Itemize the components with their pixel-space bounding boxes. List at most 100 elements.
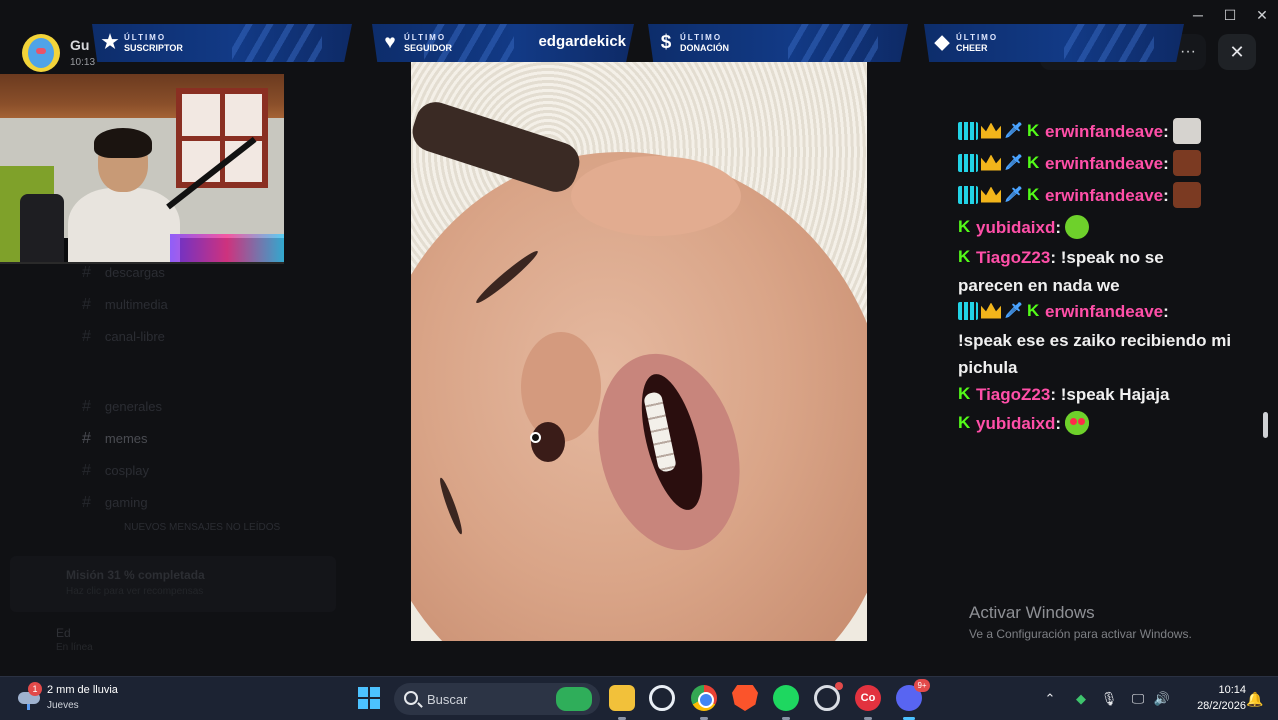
minimize-button[interactable]: ─ bbox=[1180, 4, 1216, 26]
file-explorer-icon[interactable] bbox=[609, 685, 635, 720]
kick-badge-icon: K bbox=[958, 412, 971, 432]
crown-badge-icon bbox=[981, 122, 1001, 139]
chat-message: 🗡 Kerwinfandeave: bbox=[958, 181, 1201, 210]
banner-decoration bbox=[232, 24, 322, 62]
heart-icon: ♥ bbox=[384, 32, 396, 53]
chat-message: K TiagoZ23: !speak Hajaja bbox=[958, 383, 1170, 404]
banner-decoration bbox=[1064, 24, 1154, 62]
man-emote bbox=[1172, 181, 1201, 208]
discord-icon[interactable]: 9+ bbox=[896, 679, 930, 720]
unread-divider[interactable]: NUEVOS MENSAJES NO LEÍDOS bbox=[124, 522, 280, 546]
chat-message: 🗡 Kerwinfandeave: bbox=[958, 298, 1169, 326]
watermark-title: Activar Windows bbox=[969, 603, 1095, 622]
recorder-icon[interactable] bbox=[814, 682, 843, 711]
activate-windows-watermark: Activar Windows Ve a Configuración para … bbox=[969, 603, 1192, 641]
chat-username: yubidaixd bbox=[976, 414, 1056, 433]
chat-text: !speak ese es zaiko recibiendo mi bbox=[958, 331, 1232, 350]
channel-item[interactable]: # descargas bbox=[82, 264, 165, 288]
taskbar-search[interactable]: Buscar bbox=[394, 683, 600, 715]
user-panel[interactable]: Ed En línea bbox=[10, 620, 340, 664]
clock-time[interactable]: 10:14 bbox=[1196, 684, 1246, 696]
banner-follower: ♥ ÚLTIMO SEGUIDOR edgardekick bbox=[372, 24, 634, 62]
brave-icon[interactable] bbox=[732, 685, 758, 711]
channel-item[interactable]: # cosplay bbox=[82, 462, 149, 486]
dollar-icon: $ bbox=[660, 32, 672, 53]
chat-username: erwinfandeave bbox=[1045, 186, 1164, 205]
start-button[interactable] bbox=[358, 687, 380, 709]
channel-item[interactable]: # canal-libre bbox=[82, 328, 165, 352]
clock-date[interactable]: 28/2/2026 bbox=[1180, 700, 1246, 712]
channel-item[interactable]: # multimedia bbox=[82, 296, 168, 320]
banner-line1: ÚLTIMO bbox=[680, 33, 723, 42]
chat-overlay: 🗡 Kerwinfandeave: 🗡 Kerwinfandeave: 🗡 Kerwi… bbox=[958, 98, 1250, 448]
kick-badge-icon: K bbox=[1027, 300, 1040, 320]
weather-text[interactable]: 2 mm de lluvia bbox=[47, 684, 118, 696]
chat-username: erwinfandeave bbox=[1045, 122, 1164, 141]
hash-icon: # bbox=[82, 296, 91, 313]
chat-message: Kyubidaixd: bbox=[958, 410, 1090, 438]
shared-image[interactable] bbox=[411, 62, 867, 641]
channel-label: gaming bbox=[104, 495, 148, 510]
crown-badge-icon bbox=[981, 302, 1001, 319]
webcam-feed bbox=[0, 74, 284, 264]
channel-label: memes bbox=[104, 431, 148, 446]
hash-icon: # bbox=[82, 328, 91, 345]
volume-icon[interactable]: 🔊 bbox=[1152, 689, 1172, 709]
maximize-button[interactable]: ☐ bbox=[1212, 4, 1248, 26]
chat-message-continuation: !speak ese es zaiko recibiendo mi bbox=[958, 327, 1231, 355]
close-viewer-button[interactable]: ✕ bbox=[1218, 34, 1256, 70]
mission-card[interactable]: Misión 31 % completada Haz clic para ver… bbox=[10, 556, 336, 612]
server-name: Gu bbox=[70, 37, 90, 53]
diamond-icon: ◆ bbox=[934, 32, 950, 53]
notification-bell-icon[interactable]: 🔔 bbox=[1246, 691, 1263, 707]
chat-text: !speak no se bbox=[1060, 248, 1164, 267]
channel-label: cosplay bbox=[104, 463, 149, 478]
kick-badge-icon: K bbox=[958, 383, 971, 403]
window-close-button[interactable]: ✕ bbox=[1244, 4, 1278, 26]
server-avatar[interactable] bbox=[22, 34, 60, 72]
whatsapp-icon[interactable] bbox=[649, 685, 675, 711]
streamer-hair bbox=[94, 128, 152, 158]
channel-item[interactable]: # gaming bbox=[82, 494, 148, 518]
user-status: En línea bbox=[56, 642, 93, 653]
co-app-icon[interactable]: Co bbox=[855, 685, 881, 720]
spotify-icon[interactable] bbox=[773, 685, 799, 720]
chat-scrollbar[interactable] bbox=[1263, 412, 1268, 438]
love-emote bbox=[1065, 410, 1090, 435]
banner-line1: ÚLTIMO bbox=[124, 33, 167, 42]
chat-text: !speak Hajaja bbox=[1060, 385, 1170, 404]
chat-username: erwinfandeave bbox=[1045, 154, 1164, 173]
network-icon[interactable]: 🖵 bbox=[1128, 689, 1148, 709]
kick-badge-icon: K bbox=[1027, 120, 1040, 140]
weather-day[interactable]: Jueves bbox=[47, 700, 79, 711]
sword-badge-icon: 🗡 bbox=[1004, 185, 1024, 203]
kick-badge-icon: K bbox=[1027, 152, 1040, 172]
channel-badge-icon bbox=[958, 121, 978, 140]
channel-item[interactable]: # generales bbox=[82, 398, 162, 422]
desktop: # descargas # multimedia # canal-libre # gen… bbox=[0, 0, 1278, 720]
chrome-icon[interactable] bbox=[691, 685, 717, 720]
crown-badge-icon bbox=[981, 186, 1001, 203]
banner-donation: $ ÚLTIMO DONACIÓN bbox=[648, 24, 908, 62]
banner-subscriber: ★ ÚLTIMO SUSCRIPTOR bbox=[92, 24, 352, 62]
star-icon: ★ bbox=[101, 32, 119, 53]
security-icon[interactable]: ◆ bbox=[1072, 689, 1090, 709]
raindrop-shape bbox=[27, 704, 30, 710]
banner-line2: SUSCRIPTOR bbox=[124, 43, 183, 53]
search-placeholder: Buscar bbox=[427, 692, 468, 707]
banner-line2: DONACIÓN bbox=[680, 43, 729, 53]
chevron-up-icon[interactable]: ⌃ bbox=[1042, 689, 1058, 709]
man-emote bbox=[1172, 149, 1201, 176]
kick-badge-icon: K bbox=[1027, 184, 1040, 204]
channel-item[interactable]: # memes bbox=[82, 430, 148, 454]
chat-username: TiagoZ23 bbox=[976, 385, 1051, 404]
chat-message: K TiagoZ23: !speak no se bbox=[958, 246, 1164, 267]
microphone-icon[interactable]: 🎙 bbox=[1100, 689, 1118, 709]
channel-badge-icon bbox=[958, 301, 978, 320]
channel-badge-icon bbox=[958, 185, 978, 204]
smile-emote bbox=[1065, 214, 1090, 239]
banner-cheer: ◆ ÚLTIMO CHEER bbox=[924, 24, 1184, 62]
mission-title: Misión 31 % completada bbox=[66, 568, 205, 582]
watermark-subtitle: Ve a Configuración para activar Windows. bbox=[969, 627, 1192, 641]
chat-text: pichula bbox=[958, 358, 1018, 377]
